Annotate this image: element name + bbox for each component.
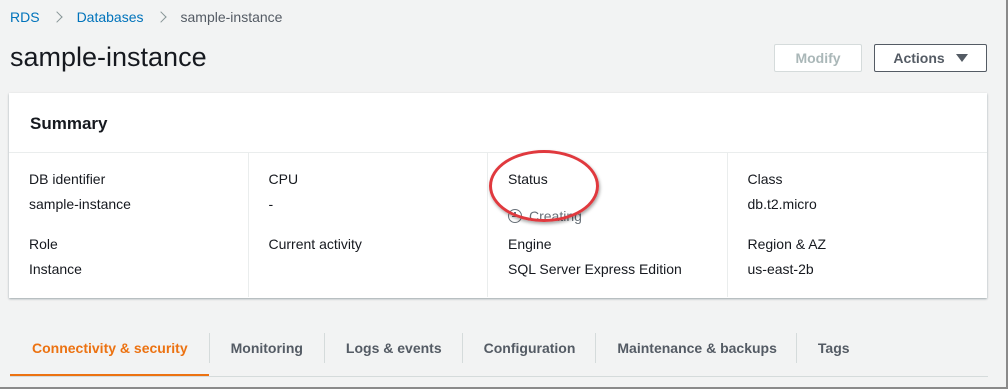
tabs-baseline <box>10 376 988 377</box>
tab-configuration[interactable]: Configuration <box>463 330 596 366</box>
breadcrumb: RDS Databases sample-instance <box>10 9 282 25</box>
status-highlight-annotation <box>489 150 599 222</box>
engine-label: Engine <box>508 236 552 252</box>
actions-button[interactable]: Actions <box>874 44 987 72</box>
tab-tags[interactable]: Tags <box>797 330 870 366</box>
summary-title: Summary <box>9 93 987 153</box>
current-activity-label: Current activity <box>268 236 362 252</box>
chevron-right-icon <box>50 11 63 23</box>
db-identifier-value: sample-instance <box>29 196 131 212</box>
engine-value: SQL Server Express Edition <box>508 261 682 277</box>
tab-logs-events[interactable]: Logs & events <box>325 330 462 366</box>
cpu-label: CPU <box>268 171 299 187</box>
caret-down-icon <box>955 54 968 62</box>
breadcrumb-rds[interactable]: RDS <box>10 9 40 25</box>
breadcrumb-databases[interactable]: Databases <box>77 9 144 25</box>
breadcrumb-current: sample-instance <box>180 9 283 25</box>
region-az-value: us-east-2b <box>747 261 814 277</box>
cpu-value: - <box>268 196 274 212</box>
role-value: Instance <box>29 261 82 277</box>
summary-column-class: Class db.t2.micro Region & AZ us-east-2b <box>728 153 968 297</box>
db-identifier-label: DB identifier <box>29 171 106 187</box>
role-label: Role <box>29 236 58 252</box>
tab-monitoring[interactable]: Monitoring <box>210 330 324 366</box>
summary-column-cpu: CPU - Current activity <box>249 153 488 297</box>
modify-button[interactable]: Modify <box>774 44 862 72</box>
page-title: sample-instance <box>10 42 207 72</box>
current-activity-value <box>269 261 488 301</box>
actions-button-label: Actions <box>893 50 945 66</box>
detail-tabs: Connectivity & security Monitoring Logs … <box>10 330 988 378</box>
chevron-right-icon <box>154 11 167 23</box>
class-label: Class <box>747 171 783 187</box>
tab-connectivity-security[interactable]: Connectivity & security <box>10 330 209 377</box>
region-az-label: Region & AZ <box>747 236 827 252</box>
modify-button-label: Modify <box>795 50 841 66</box>
summary-column-identifier: DB identifier sample-instance Role Insta… <box>9 153 249 297</box>
tab-maintenance-backups[interactable]: Maintenance & backups <box>596 330 796 366</box>
class-value: db.t2.micro <box>747 196 817 212</box>
